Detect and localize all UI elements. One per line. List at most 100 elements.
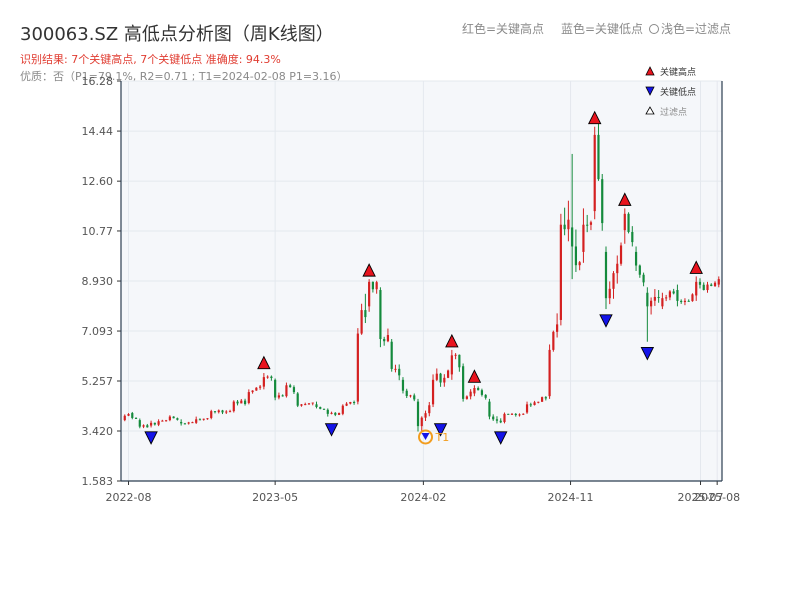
candle-body — [360, 310, 363, 334]
candle-body — [443, 377, 446, 383]
candle-body — [695, 281, 698, 296]
candle-body — [612, 273, 615, 289]
candle-body — [702, 284, 705, 290]
candle-body — [431, 379, 435, 405]
candle-body — [416, 401, 420, 427]
candle-body — [383, 339, 386, 342]
candle-body — [552, 331, 555, 350]
candle-body — [499, 420, 502, 423]
candle-body — [631, 231, 634, 243]
candle-body — [518, 414, 521, 416]
candle-body — [255, 387, 258, 391]
candle-body — [142, 425, 145, 427]
candle-body — [266, 376, 269, 378]
y-tick-label: 8.930 — [82, 275, 114, 288]
candle-body — [548, 349, 551, 397]
candle-body — [281, 395, 284, 397]
x-tick-label: 2024-11 — [548, 491, 594, 504]
candle-body — [503, 413, 506, 423]
candle-body — [394, 368, 397, 370]
candle-body — [586, 224, 589, 226]
candle-body — [371, 281, 374, 290]
candle-body — [375, 282, 378, 290]
y-tick-label: 3.420 — [82, 425, 114, 438]
candle-body — [368, 281, 371, 307]
candle-body — [341, 405, 344, 414]
candle-body — [634, 251, 638, 266]
candle-body — [206, 418, 209, 420]
candle-body — [480, 390, 484, 395]
legend-high-label: 关键高点 — [660, 66, 696, 78]
candle-body — [134, 417, 138, 419]
y-tick-label: 10.77 — [82, 225, 114, 238]
candlestick-chart: T1 1.583 3.420 5.257 7.093 8.930 10.77 12.60 14… — [82, 66, 741, 504]
candle-body — [495, 419, 499, 421]
candle-body — [623, 213, 626, 231]
candle-body — [210, 411, 213, 418]
candle-body — [131, 413, 134, 418]
candle-body — [589, 222, 593, 225]
candle-body — [172, 416, 175, 419]
candle-body — [157, 421, 160, 425]
candle-body — [717, 279, 720, 285]
candle-body — [409, 395, 412, 397]
candle-body — [616, 263, 619, 274]
candle-body — [330, 412, 333, 414]
candle-body — [571, 227, 574, 247]
candle-body — [191, 422, 194, 424]
candle-body — [676, 290, 679, 301]
candle-body — [398, 368, 401, 376]
candle-body — [413, 395, 416, 400]
candle-body — [683, 300, 687, 303]
candle-body — [123, 415, 126, 421]
candle-body — [262, 377, 265, 387]
candle-body — [574, 246, 578, 266]
candle-body — [289, 385, 292, 388]
candle-body — [642, 274, 645, 283]
candle-body — [349, 402, 352, 404]
candle-body — [665, 297, 668, 299]
candle-body — [304, 404, 307, 406]
candle-body — [691, 294, 694, 302]
candle-body — [138, 420, 141, 427]
candle-body — [168, 416, 171, 421]
candle-body — [165, 420, 168, 422]
y-tick-label: 5.257 — [82, 375, 114, 388]
candle-body — [477, 388, 480, 391]
candle-body — [563, 224, 566, 230]
candle-body — [307, 403, 311, 405]
candle-body — [537, 401, 540, 403]
candle-body — [176, 418, 179, 420]
candle-body — [435, 373, 438, 380]
candle-body — [326, 409, 329, 414]
candle-body — [458, 354, 461, 368]
candle-body — [315, 404, 318, 408]
candle-body — [221, 410, 224, 413]
candle-body — [657, 296, 660, 298]
x-tick-label: 2024-02 — [400, 491, 446, 504]
candle-body — [672, 291, 675, 294]
candle-body — [627, 213, 630, 232]
legend-low-label: 关键低点 — [660, 86, 696, 98]
candle-body — [405, 390, 408, 397]
candle-body — [619, 245, 623, 264]
candle-body — [251, 390, 254, 393]
candle-body — [296, 393, 299, 406]
candle-body — [597, 134, 600, 180]
candle-body — [277, 395, 281, 398]
y-tick-label: 14.44 — [82, 125, 114, 138]
candle-body — [713, 282, 717, 287]
candle-body — [604, 251, 608, 299]
y-tick-label: 1.583 — [82, 475, 114, 488]
candle-body — [544, 397, 547, 399]
candle-body — [236, 401, 239, 404]
candle-body — [462, 366, 465, 399]
x-tick-label: 2025-08 — [694, 491, 740, 504]
candle-body — [488, 401, 491, 417]
candle-body — [300, 404, 303, 406]
candle-body — [247, 392, 250, 403]
candle-body — [638, 265, 641, 275]
candle-body — [195, 419, 198, 423]
candle-body — [510, 413, 514, 415]
candle-body — [228, 411, 232, 413]
